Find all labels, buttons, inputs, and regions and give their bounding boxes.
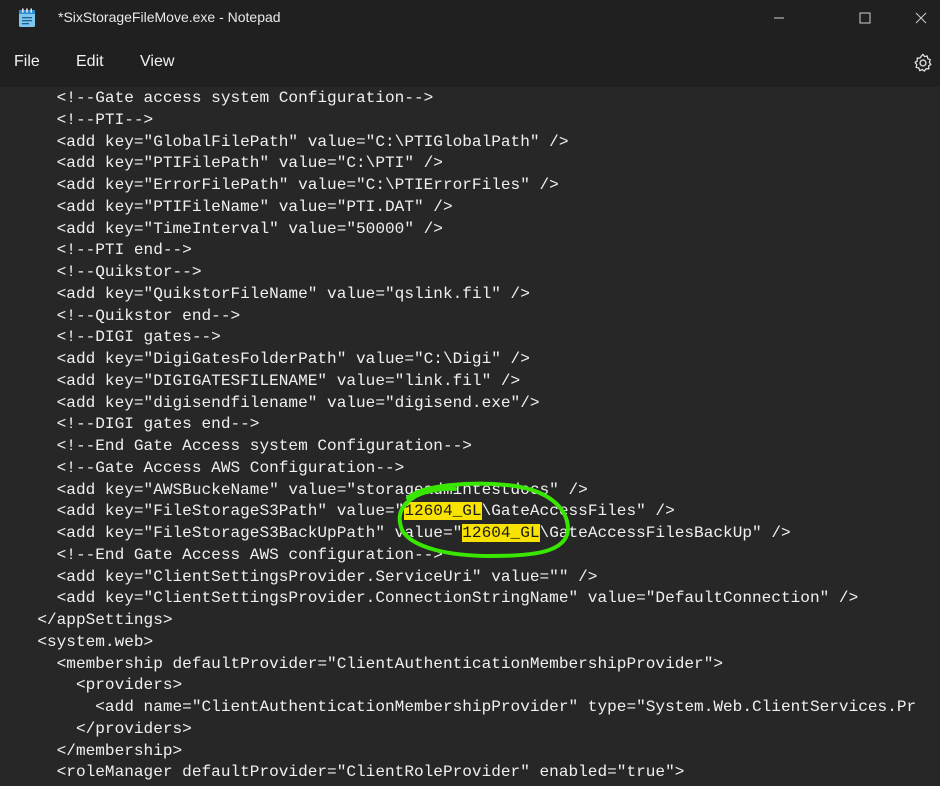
editor-line: <roleManager defaultProvider="ClientRole…: [18, 763, 685, 782]
editor-line: <add key="ErrorFilePath" value="C:\PTIEr…: [18, 176, 559, 194]
editor-line: </membership>: [18, 741, 183, 760]
editor-line: <add key="DIGIGATESFILENAME" value="link…: [18, 371, 521, 390]
editor-line: <!--PTI-->: [18, 110, 154, 129]
menu-file[interactable]: File: [14, 53, 40, 71]
line-text: \GateAccessFilesBackUp" />: [539, 524, 791, 542]
editor-line: <!--DIGI gates end-->: [18, 415, 260, 434]
editor-line: </providers>: [18, 719, 192, 738]
editor-line: <add key="DigiGatesFolderPath" value="C:…: [18, 350, 530, 368]
editor-line: <!--DIGI gates-->: [18, 328, 221, 347]
editor-line: <add key="GlobalFilePath" value="C:\PTIG…: [18, 132, 569, 151]
editor-line: <!--Quikstor end-->: [18, 306, 241, 325]
line-text: \GateAccessFiles" />: [481, 502, 675, 521]
editor-line: <membership defaultProvider="ClientAuthe…: [18, 654, 724, 673]
editor-line: <add key="digisendfilename" value="digis…: [18, 393, 540, 412]
menu-bar: File Edit View: [0, 40, 940, 86]
editor-line: <add key="PTIFileName" value="PTI.DAT" /…: [18, 197, 453, 216]
close-button[interactable]: [898, 0, 940, 36]
editor-line: <add key="FileStorageS3Path" value="1260…: [18, 500, 675, 522]
search-highlight: 12604_GL: [404, 502, 482, 521]
search-highlight: 12604_GL: [462, 524, 540, 542]
maximize-icon: [859, 12, 871, 24]
editor-line: <!--End Gate Access AWS configuration-->: [18, 545, 443, 564]
maximize-button[interactable]: [842, 0, 888, 36]
editor-line: <add key="PTIFilePath" value="C:\PTI" />: [18, 154, 443, 173]
title-bar[interactable]: *SixStorageFileMove.exe - Notepad: [0, 0, 940, 40]
minimize-button[interactable]: [756, 0, 802, 36]
notepad-icon: [19, 8, 35, 27]
editor-line: <add key="ClientSettingsProvider.Connect…: [18, 589, 859, 608]
editor-line: <!--PTI end-->: [18, 241, 192, 260]
editor-line: <add key="ClientSettingsProvider.Service…: [18, 567, 598, 586]
editor-line: <!--Gate Access AWS Configuration-->: [18, 458, 405, 477]
gear-icon[interactable]: [912, 52, 934, 74]
editor-line: <!--End Gate Access system Configuration…: [18, 437, 472, 455]
minimize-icon: [774, 17, 784, 19]
line-text: <add key="FileStorageS3Path" value=": [18, 502, 405, 521]
editor-line: <add key="FileStorageS3BackUpPath" value…: [18, 522, 791, 544]
editor-line: <add key="TimeInterval" value="50000" />: [18, 219, 443, 238]
editor-line: </appSettings>: [18, 611, 173, 629]
editor-line: <providers>: [18, 676, 183, 695]
editor-line: <!--Gate access system Configuration-->: [18, 89, 434, 107]
text-editor[interactable]: <!--Gate access system Configuration--> …: [0, 87, 940, 786]
line-text: <add key="FileStorageS3BackUpPath" value…: [18, 524, 463, 542]
editor-line: <add name="ClientAuthenticationMembershi…: [18, 698, 917, 716]
editor-line: <!--Quikstor-->: [18, 263, 202, 281]
window-title: *SixStorageFileMove.exe - Notepad: [58, 9, 281, 25]
menu-edit[interactable]: Edit: [76, 53, 104, 71]
editor-line: <system.web>: [18, 632, 154, 651]
close-icon: [915, 12, 927, 24]
editor-line: <add key="AWSBuckeName" value="storagead…: [18, 480, 588, 499]
menu-view[interactable]: View: [140, 53, 174, 71]
editor-line: <add key="QuikstorFileName" value="qslin…: [18, 284, 530, 303]
